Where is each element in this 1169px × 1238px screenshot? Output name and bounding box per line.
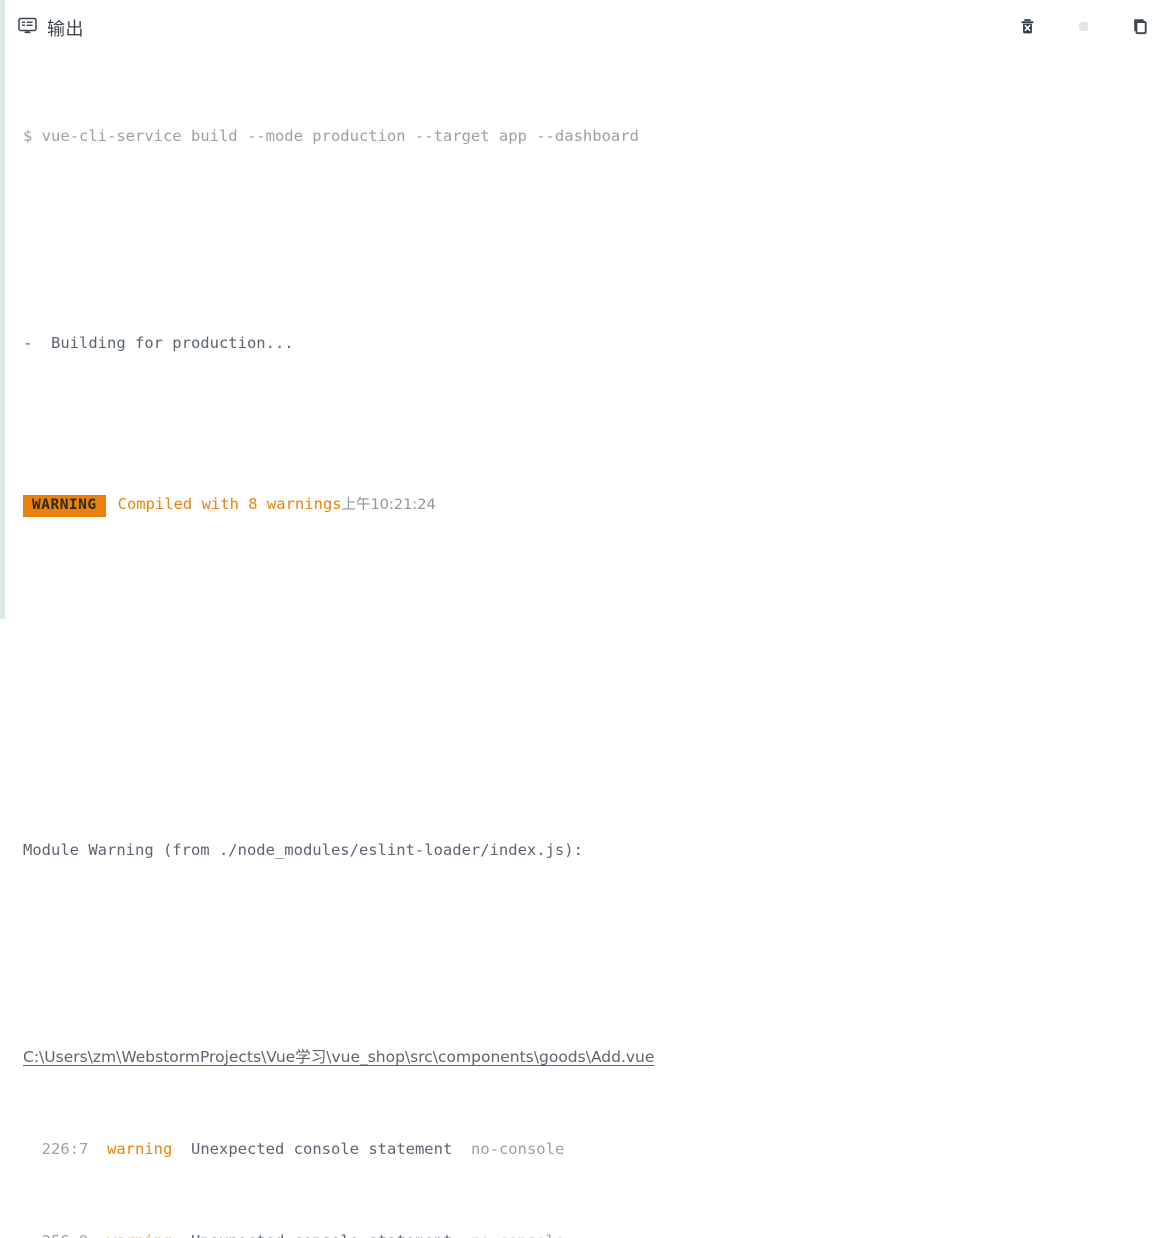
file-path-text: C:\Users\zm\WebstormProjects\Vue学习\vue_s…	[23, 1048, 655, 1066]
copy-icon	[1129, 16, 1150, 40]
output-panel: 输出 $ vue-cli-service build --mode produc…	[5, 0, 1169, 1238]
issue-severity: warning	[107, 1140, 173, 1158]
issue-message: Unexpected console statement	[191, 1232, 452, 1238]
building-status-line: - Building for production...	[23, 334, 294, 352]
compiled-message: Compiled with 8 warnings	[117, 495, 342, 513]
clear-all-button[interactable]	[1013, 14, 1041, 42]
issue-severity: warning	[107, 1232, 172, 1238]
output-panel-actions	[1013, 14, 1159, 42]
dot-icon	[1077, 20, 1090, 36]
placeholder-dot-button[interactable]	[1069, 14, 1097, 42]
timestamp: 上午10:21:24	[341, 497, 436, 513]
compiled-warning-line: WARNING Compiled with 8 warnings上午10:21:2…	[23, 493, 1155, 517]
page-title: 输出	[47, 19, 84, 40]
output-panel-header: 输出	[5, 0, 1169, 56]
issue-rule: no-console	[471, 1232, 564, 1238]
module-warning-line: Module Warning (from ./node_modules/esli…	[23, 841, 583, 859]
issue-location: 256:9	[42, 1232, 89, 1238]
issue-row[interactable]: 226:7 warning Unexpected console stateme…	[23, 1138, 1155, 1161]
issue-location: 226:7	[41, 1140, 89, 1158]
issue-row[interactable]: 256:9 warning Unexpected console stateme…	[23, 1230, 1155, 1238]
output-panel-title-group: 输出	[17, 15, 84, 41]
status-badge: WARNING	[23, 495, 106, 517]
issue-rule: no-console	[470, 1140, 565, 1158]
output-monitor-icon	[17, 15, 38, 41]
console-command-line: $ vue-cli-service build --mode productio…	[23, 127, 639, 145]
console-output-body[interactable]: $ vue-cli-service build --mode productio…	[5, 56, 1169, 1238]
issue-message: Unexpected console statement	[191, 1140, 453, 1158]
file-path-link[interactable]: C:\Users\zm\WebstormProjects\Vue学习\vue_s…	[23, 1046, 1155, 1069]
copy-button[interactable]	[1125, 14, 1153, 42]
trash-x-icon	[1018, 17, 1037, 39]
